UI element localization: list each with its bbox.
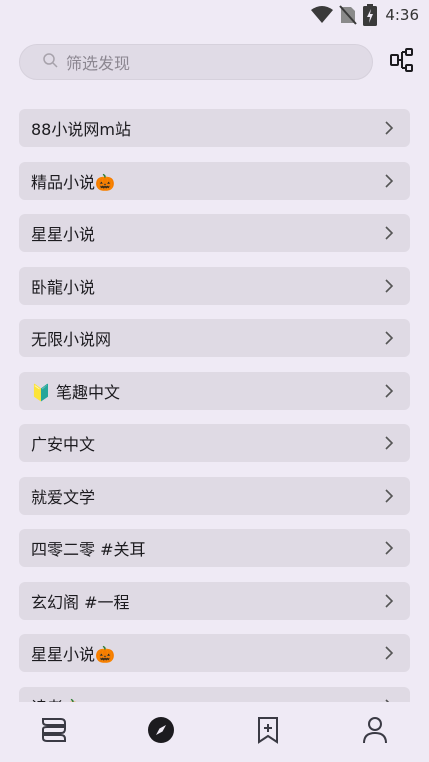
list-item[interactable]: 星星小说🎃 — [19, 634, 410, 672]
status-bar: 4:36 — [0, 0, 429, 30]
list-item[interactable]: 无限小说网 — [19, 319, 410, 357]
chevron-right-icon — [384, 226, 394, 240]
list-item[interactable]: 读者🎃 — [19, 686, 410, 703]
list-item-label: 88小说网m站 — [31, 120, 131, 139]
bottom-navigation — [0, 702, 429, 762]
chevron-right-icon — [384, 173, 394, 188]
nav-bookshelf[interactable] — [34, 712, 74, 752]
chevron-right-icon — [384, 121, 394, 135]
chevron-right-icon — [384, 646, 394, 660]
list-item[interactable]: 🔰 笔趣中文 — [19, 371, 410, 410]
nav-bookmark[interactable] — [248, 712, 288, 752]
list-item[interactable]: 卧龍小说 — [19, 266, 410, 305]
bookmark-add-icon — [256, 716, 280, 748]
chevron-right-icon — [384, 593, 394, 608]
chevron-right-icon — [384, 331, 394, 345]
nav-profile[interactable] — [355, 712, 395, 752]
list-item-label: 读者🎃 — [31, 694, 83, 703]
list-item-label: 星星小说🎃 — [31, 645, 115, 664]
nav-discover[interactable] — [141, 712, 181, 752]
chevron-right-icon — [384, 436, 394, 450]
person-icon — [362, 716, 388, 748]
chevron-right-icon — [384, 383, 394, 398]
list-item[interactable]: 就爱文学 — [19, 476, 410, 515]
list-item[interactable]: 88小说网m站 — [19, 109, 410, 147]
search-icon — [42, 52, 58, 72]
bookshelf-icon — [39, 717, 69, 747]
list-item-label: 精品小说🎃 — [31, 172, 115, 192]
search-row: 筛选发现 — [19, 43, 415, 80]
status-time: 4:36 — [385, 6, 419, 24]
grouping-icon — [389, 47, 415, 77]
list-item-label: 🔰 笔趣中文 — [31, 382, 121, 402]
list-item[interactable]: 精品小说🎃 — [19, 161, 410, 200]
list-item-label: 无限小说网 — [31, 330, 112, 349]
group-filter-button[interactable] — [389, 47, 415, 77]
list-item[interactable]: 玄幻阁 #一程 — [19, 581, 410, 620]
source-list: 88小说网m站 精品小说🎃 星星小说 卧龍小说 无限小说网 🔰 笔趣中文 广安中… — [19, 109, 410, 702]
list-item[interactable]: 广安中文 — [19, 424, 410, 462]
chevron-right-icon — [384, 278, 394, 293]
search-placeholder: 筛选发现 — [66, 53, 131, 73]
list-item-label: 星星小说 — [31, 225, 96, 244]
list-item-label: 玄幻阁 #一程 — [31, 592, 130, 612]
compass-icon — [147, 716, 175, 748]
wifi-icon — [311, 6, 334, 24]
list-item[interactable]: 四零二零 #关耳 — [19, 529, 410, 567]
list-item-label: 广安中文 — [31, 435, 96, 454]
chevron-right-icon — [384, 488, 394, 503]
search-input[interactable]: 筛选发现 — [19, 43, 373, 80]
chevron-right-icon — [384, 541, 394, 555]
battery-charging-icon — [363, 4, 378, 26]
list-item-label: 四零二零 #关耳 — [31, 540, 146, 559]
no-sim-icon — [339, 5, 358, 25]
list-item-label: 就爱文学 — [31, 487, 96, 507]
list-item-label: 卧龍小说 — [31, 277, 96, 297]
list-item[interactable]: 星星小说 — [19, 214, 410, 252]
